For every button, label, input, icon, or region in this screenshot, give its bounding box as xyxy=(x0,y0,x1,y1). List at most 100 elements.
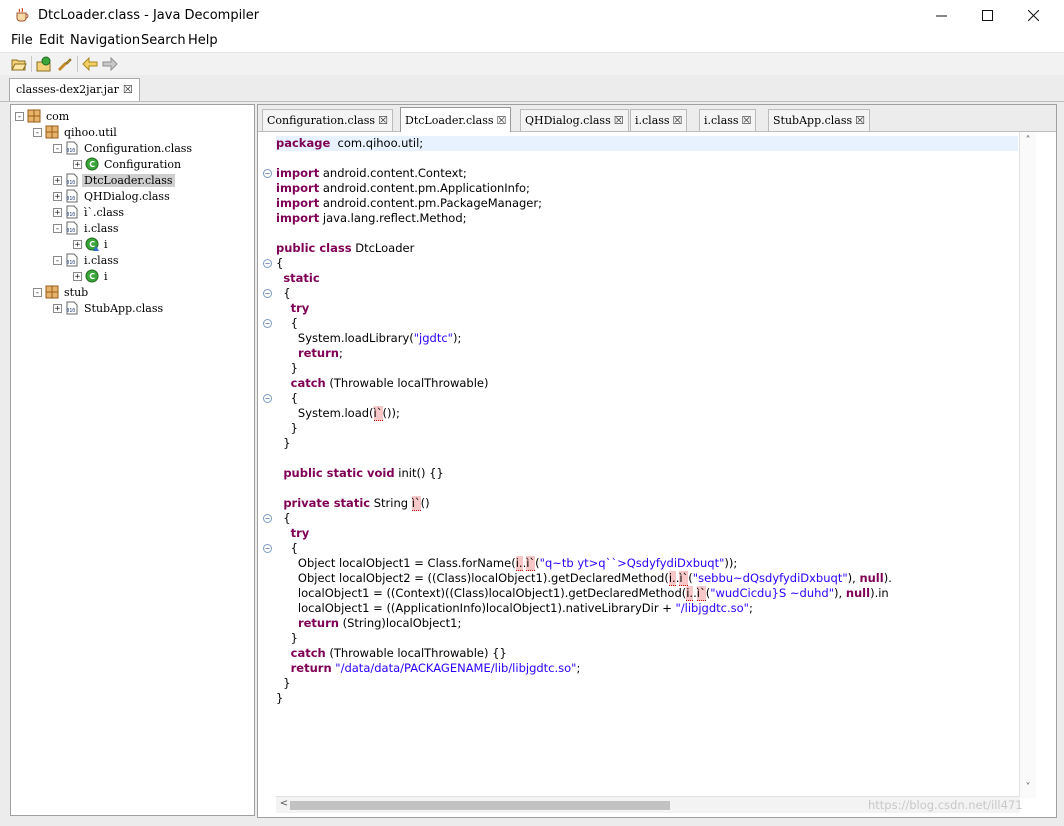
expand-icon[interactable]: + xyxy=(53,175,62,185)
toolbar-separator xyxy=(77,56,78,72)
package-icon xyxy=(27,109,41,123)
collapse-icon[interactable]: - xyxy=(33,287,42,297)
fold-toggle-icon[interactable]: − xyxy=(263,169,272,178)
collapse-icon[interactable]: - xyxy=(33,127,42,137)
close-tab-icon[interactable]: ☒ xyxy=(855,110,865,131)
watermark: https://blog.csdn.net/ill471 xyxy=(868,798,1023,812)
maximize-button[interactable] xyxy=(964,0,1010,30)
tree-item[interactable]: +010 DtcLoader.class xyxy=(53,172,175,188)
expand-icon[interactable]: + xyxy=(53,303,62,313)
collapse-icon[interactable]: - xyxy=(53,223,62,233)
editor-tab[interactable]: QHDialog.class ☒ xyxy=(520,109,629,131)
code-line: } xyxy=(276,421,298,435)
tab-classes-dex2jar[interactable]: classes-dex2jar.jar ☒ xyxy=(9,78,140,101)
forward-button[interactable] xyxy=(101,55,119,73)
fold-toggle-icon[interactable]: − xyxy=(263,514,272,523)
inner-class-icon: C xyxy=(85,237,99,251)
code-line: System.load(ì`()); xyxy=(276,406,400,421)
editor-tab[interactable]: Configuration.class ☒ xyxy=(262,109,393,131)
expand-icon[interactable]: + xyxy=(53,207,62,217)
tab-label: classes-dex2jar.jar xyxy=(16,83,119,96)
package-icon xyxy=(45,125,59,139)
source-code[interactable]: package com.qihoo.util; import android.co… xyxy=(276,136,1018,796)
tree-item[interactable]: - stub xyxy=(33,284,90,300)
menu-navigation[interactable]: Navigation xyxy=(70,32,140,50)
close-icon xyxy=(1027,9,1039,21)
expand-icon[interactable]: + xyxy=(73,239,82,249)
close-tab-icon[interactable]: ☒ xyxy=(614,110,624,131)
expand-icon[interactable]: + xyxy=(73,271,82,281)
tree-item-label: i xyxy=(104,237,108,251)
editor-tab[interactable]: i.class ☒ xyxy=(699,109,757,131)
class-file-icon: 010 xyxy=(65,205,79,219)
tree-item[interactable]: + Ci xyxy=(73,268,110,284)
tree-item[interactable]: +010 QHDialog.class xyxy=(53,188,172,204)
code-line: catch (Throwable localThrowable) xyxy=(290,376,489,390)
code-line: private static String ì`() xyxy=(283,496,430,511)
toolbar xyxy=(0,52,1064,76)
tree-item[interactable]: -010 Configuration.class xyxy=(53,140,194,156)
fold-toggle-icon[interactable]: − xyxy=(263,319,272,328)
class-file-icon: 010 xyxy=(65,253,79,267)
svg-text:C: C xyxy=(89,240,95,249)
svg-text:C: C xyxy=(89,160,95,169)
open-file-button[interactable] xyxy=(10,55,28,73)
collapse-icon[interactable]: - xyxy=(53,143,62,153)
package-icon xyxy=(45,285,59,299)
menu-file[interactable]: File xyxy=(11,32,33,50)
code-line: return (String)localObject1; xyxy=(297,616,462,630)
tree-item[interactable]: -010 i.class xyxy=(53,220,121,236)
open-type-icon xyxy=(36,56,51,72)
tree-item-label: com xyxy=(46,109,70,123)
fold-toggle-icon[interactable]: − xyxy=(263,289,272,298)
expand-icon[interactable]: + xyxy=(73,159,82,169)
editor-tab[interactable]: DtcLoader.class ☒ xyxy=(400,107,512,132)
open-type-button[interactable] xyxy=(35,55,53,73)
editor-tab-label: i.class xyxy=(704,114,739,127)
code-line: System.loadLibrary("jgdtc"); xyxy=(276,331,462,345)
package-tree[interactable]: - com - qihoo.util -010 Configuration.class + C… xyxy=(10,104,255,816)
back-icon xyxy=(82,57,98,71)
back-button[interactable] xyxy=(81,55,99,73)
close-tab-icon[interactable]: ☒ xyxy=(378,110,388,131)
close-tab-icon[interactable]: ☒ xyxy=(123,79,133,101)
horizontal-scroll-thumb[interactable] xyxy=(290,801,670,810)
tree-item[interactable]: - qihoo.util xyxy=(33,124,119,140)
tree-item[interactable]: - com xyxy=(15,108,71,124)
tree-item[interactable]: + Ci xyxy=(73,236,110,252)
fold-toggle-icon[interactable]: − xyxy=(263,259,272,268)
editor-tab[interactable]: StubApp.class ☒ xyxy=(768,109,871,131)
code-line: { xyxy=(276,391,298,405)
scroll-down-icon[interactable]: ˅ xyxy=(1020,782,1036,793)
editor-tab-label: DtcLoader.class xyxy=(405,113,494,127)
title-bar: DtcLoader.class - Java Decompiler xyxy=(0,0,1064,32)
close-tab-icon[interactable]: ☒ xyxy=(497,110,507,131)
editor-tab[interactable]: i.class ☒ xyxy=(630,109,688,131)
close-button[interactable] xyxy=(1010,0,1056,30)
expand-icon[interactable]: + xyxy=(53,191,62,201)
vertical-scrollbar[interactable]: ˄ ˅ xyxy=(1019,132,1036,798)
menu-help[interactable]: Help xyxy=(188,32,218,50)
editor-tab-label: QHDialog.class xyxy=(525,114,611,127)
tree-item[interactable]: +010 ì`.class xyxy=(53,204,126,220)
fold-toggle-icon[interactable]: − xyxy=(263,394,272,403)
scroll-up-icon[interactable]: ˄ xyxy=(1020,135,1036,146)
collapse-icon[interactable]: - xyxy=(15,111,24,121)
code-line: public static void init() {} xyxy=(283,466,444,480)
fold-toggle-icon[interactable]: − xyxy=(263,544,272,553)
close-tab-icon[interactable]: ☒ xyxy=(673,110,683,131)
tree-item[interactable]: -010 i.class xyxy=(53,252,121,268)
tree-item[interactable]: + C Configuration xyxy=(73,156,183,172)
code-line: { xyxy=(276,541,298,555)
menu-search[interactable]: Search xyxy=(141,32,186,50)
find-button[interactable] xyxy=(56,55,74,73)
tree-item[interactable]: +010 StubApp.class xyxy=(53,300,165,316)
menu-edit[interactable]: Edit xyxy=(39,32,64,50)
minimize-button[interactable] xyxy=(918,0,964,30)
tree-item-label: qihoo.util xyxy=(64,125,117,139)
code-line: public class DtcLoader xyxy=(276,241,415,255)
close-tab-icon[interactable]: ☒ xyxy=(742,110,752,131)
code-line: return "/data/data/PACKAGENAME/lib/libjg… xyxy=(290,661,581,675)
fold-gutter: − − − − − − − xyxy=(258,132,276,798)
collapse-icon[interactable]: - xyxy=(53,255,62,265)
